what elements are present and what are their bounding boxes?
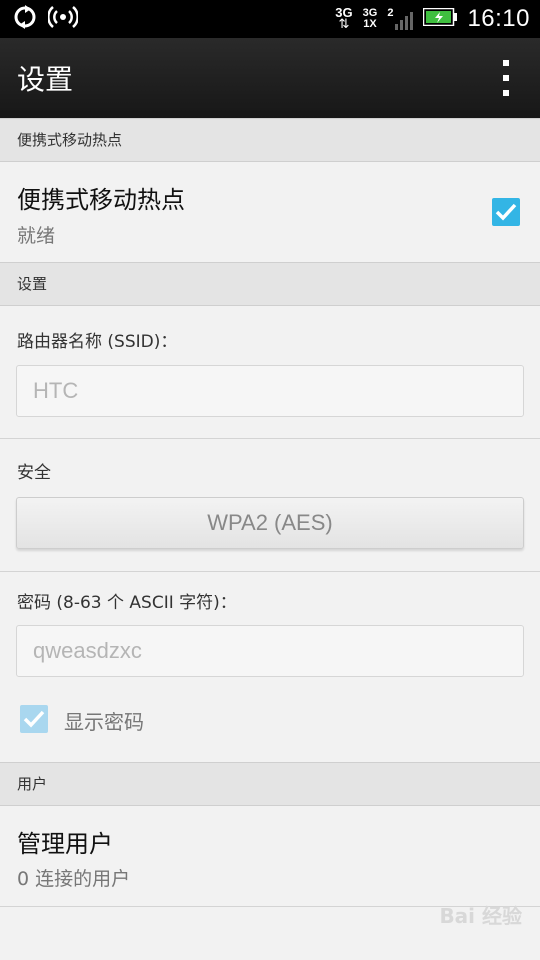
hotspot-title: 便携式移动热点 [17,186,185,214]
hotspot-checkbox[interactable] [492,198,520,226]
watermark-logo: Bai 经验 [439,904,522,928]
signal-3g-1x-icon: 3G 1X [363,8,378,30]
signal-x-label: 2 [387,7,394,19]
password-input[interactable]: qweasdzxc [16,625,524,677]
connected-users-count: 0 连接的用户 [17,868,131,890]
show-password-row[interactable]: 显示密码 [0,695,540,745]
show-password-checkbox[interactable] [20,705,48,733]
network-1x-label: 1X [363,18,377,30]
hotspot-status: 就绪 [17,225,56,247]
manage-users-title: 管理用户 [17,830,113,858]
hotspot-toggle-row[interactable]: 便携式移动热点 就绪 [0,162,540,262]
hotspot-icon [47,4,79,34]
manage-users-row[interactable]: 管理用户 0 连接的用户 [0,806,540,906]
show-password-label: 显示密码 [64,710,144,734]
sync-icon [12,4,38,34]
status-bar: 3G ⇅ 3G 1X 2 16:10 [0,0,540,38]
overflow-menu-icon[interactable] [500,60,512,96]
security-label: 安全 [17,463,51,483]
ssid-input[interactable]: HTC [16,365,524,417]
action-bar: 设置 [0,38,540,118]
section-header-settings: 设置 [0,262,540,306]
security-select[interactable]: WPA2 (AES) [16,497,524,549]
password-label: 密码 (8-63 个 ASCII 字符)： [17,593,237,613]
signal-bars-icon: 2 [387,7,414,30]
page-title: 设置 [17,63,74,96]
section-header-users: 用户 [0,762,540,806]
ssid-label: 路由器名称 (SSID)： [17,332,178,352]
section-header-hotspot: 便携式移动热点 [0,118,540,162]
divider [0,438,540,439]
clock: 16:10 [467,5,530,32]
data-3g-icon: 3G ⇅ [335,5,353,32]
divider [0,571,540,572]
battery-charging-icon [423,7,458,30]
